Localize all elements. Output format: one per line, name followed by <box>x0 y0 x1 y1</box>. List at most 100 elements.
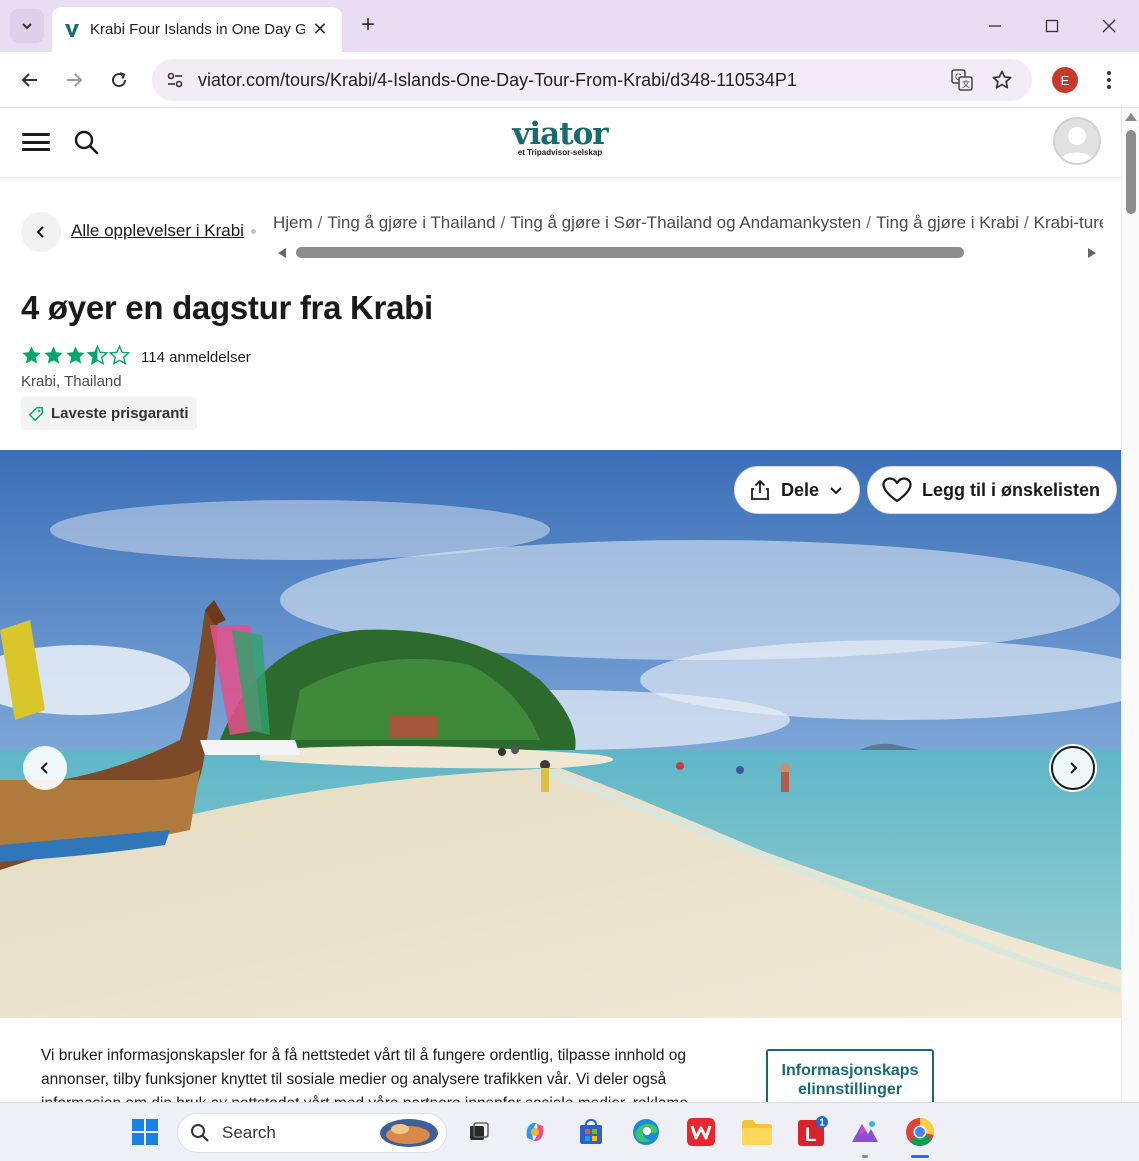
scroll-up-icon[interactable] <box>1125 113 1137 121</box>
chevron-down-icon <box>22 23 32 30</box>
star-outline-icon <box>992 70 1012 89</box>
crumb-separator: / <box>317 213 323 232</box>
badge-label: Laveste prisgaranti <box>51 405 189 422</box>
reload-icon <box>112 72 127 88</box>
cookie-settings-button[interactable]: Informasjonskaps elinnstillinger <box>766 1049 934 1102</box>
minimize-icon <box>989 25 1001 27</box>
active-app-indicator <box>911 1155 929 1158</box>
breadcrumb-item[interactable]: Ting å gjøre i Thailand <box>327 213 495 232</box>
rating-stars[interactable] <box>21 345 130 366</box>
location-text: Krabi, Thailand <box>21 373 122 390</box>
close-window-button[interactable] <box>1094 12 1124 40</box>
file-explorer-icon[interactable] <box>740 1115 774 1149</box>
breadcrumb-scrollbar[interactable] <box>278 246 1096 260</box>
breadcrumb-item[interactable]: Krabi-turer <box>1034 213 1103 232</box>
tab-title: Krabi Four Islands in One Day G <box>90 21 305 38</box>
back-to-krabi-link[interactable]: Alle opplevelser i Krabi <box>71 221 244 241</box>
chevron-left-icon <box>40 762 48 774</box>
scroll-right-icon[interactable] <box>1088 248 1096 258</box>
breadcrumb-item[interactable]: Hjem <box>273 213 313 232</box>
share-button[interactable]: Dele <box>734 466 861 514</box>
taskbar-search[interactable]: Search <box>177 1113 447 1153</box>
new-tab-button[interactable]: + <box>355 13 381 39</box>
l-app-icon[interactable]: L1 <box>795 1115 829 1149</box>
menu-icon[interactable] <box>22 130 50 154</box>
translate-icon: G文 <box>951 69 973 91</box>
star-full-icon <box>44 346 63 364</box>
user-avatar-icon[interactable] <box>1053 117 1101 165</box>
mountain-icon <box>852 1121 878 1142</box>
windows-start-icon[interactable] <box>128 1115 162 1149</box>
share-label: Dele <box>781 479 820 500</box>
review-count[interactable]: 114 anmeldelser <box>141 349 251 366</box>
browser-toolbar: viator.com/tours/Krabi/4-Islands-One-Day… <box>0 52 1139 108</box>
breadcrumb: Hjem / Ting å gjøre i Thailand / Ting å gjør… <box>273 213 1103 233</box>
site-info-button[interactable] <box>160 65 190 95</box>
wishlist-label: Legg til i ønskelisten <box>922 479 1101 500</box>
translate-button[interactable]: G文 <box>950 68 974 92</box>
back-button[interactable] <box>14 64 46 96</box>
copilot-glyph-icon <box>526 1123 544 1141</box>
arrow-left-icon <box>21 73 37 87</box>
forward-button[interactable] <box>58 64 90 96</box>
svg-text:文: 文 <box>962 79 970 89</box>
store-bag-icon <box>580 1118 602 1144</box>
copilot-icon[interactable] <box>518 1115 552 1149</box>
viator-logo[interactable]: viator et Tripadvisor-selskap <box>510 118 610 157</box>
share-icon <box>751 479 769 500</box>
crumb-separator: / <box>1023 213 1029 232</box>
star-half-icon <box>87 345 108 366</box>
browser-menu-icon[interactable] <box>1098 66 1120 94</box>
scroll-left-icon[interactable] <box>278 248 286 258</box>
edge-icon[interactable] <box>629 1115 663 1149</box>
breadcrumb-item[interactable]: Ting å gjøre i Sør-Thailand og Andamanky… <box>510 213 861 232</box>
page-viewport: viator et Tripadvisor-selskap Alle opple… <box>0 108 1121 1102</box>
chrome-glyph-icon <box>906 1118 935 1147</box>
close-icon <box>1102 19 1116 33</box>
back-arrow-button[interactable] <box>21 212 61 252</box>
cookie-banner: Vi bruker informasjonskapsler for å få n… <box>0 1018 1121 1102</box>
maximize-icon <box>1045 19 1059 33</box>
reload-button[interactable] <box>103 64 135 96</box>
chevron-left-icon <box>36 226 44 238</box>
bookmark-star-button[interactable] <box>990 68 1014 92</box>
profile-avatar[interactable]: E <box>1052 67 1078 93</box>
separator-dot <box>251 229 256 234</box>
heart-icon <box>882 477 912 503</box>
running-indicator <box>862 1155 868 1158</box>
carousel-next-button[interactable] <box>1051 746 1095 790</box>
wishlist-button[interactable]: Legg til i ønskelisten <box>867 466 1118 514</box>
url-text: viator.com/tours/Krabi/4-Islands-One-Day… <box>198 69 797 90</box>
address-bar[interactable]: viator.com/tours/Krabi/4-Islands-One-Day… <box>152 59 1032 101</box>
cookie-text: Vi bruker informasjonskapsler for å få n… <box>41 1047 688 1102</box>
carousel-prev-button[interactable] <box>23 746 67 790</box>
design-app-icon[interactable] <box>848 1115 882 1149</box>
minimize-button[interactable] <box>980 12 1010 40</box>
close-tab-icon[interactable]: ✕ <box>310 19 330 40</box>
breadcrumb-item[interactable]: Ting å gjøre i Krabi <box>876 213 1019 232</box>
page-scrollbar[interactable] <box>1121 108 1139 1102</box>
wps-office-icon[interactable] <box>684 1115 718 1149</box>
l-glyph-icon: L1 <box>798 1116 828 1146</box>
search-icon[interactable] <box>72 128 100 156</box>
person-icon <box>1059 127 1095 163</box>
chrome-icon[interactable] <box>903 1115 937 1149</box>
wps-glyph-icon <box>687 1118 715 1146</box>
site-header: viator et Tripadvisor-selskap <box>0 108 1121 178</box>
microsoft-store-icon[interactable] <box>574 1115 608 1149</box>
taskbar: Search L1 <box>0 1102 1139 1161</box>
tab-search-button[interactable] <box>10 9 44 43</box>
maximize-button[interactable] <box>1037 12 1067 40</box>
star-full-icon <box>66 346 85 364</box>
scroll-thumb[interactable] <box>1126 130 1136 214</box>
svg-text:L: L <box>805 1125 817 1146</box>
search-highlight-icon <box>380 1119 438 1147</box>
hero-image[interactable]: Dele Legg til i ønskelisten <box>0 450 1121 1018</box>
beach-photo <box>0 450 1121 1018</box>
logo-subtitle: et Tripadvisor-selskap <box>517 148 603 157</box>
edge-glyph-icon <box>633 1119 659 1145</box>
browser-tab-active[interactable]: Krabi Four Islands in One Day G ✕ <box>52 7 342 52</box>
task-view-icon[interactable] <box>462 1115 496 1149</box>
breadcrumb-scroll-thumb[interactable] <box>296 247 964 258</box>
logo-wordmark: viator <box>512 116 608 152</box>
